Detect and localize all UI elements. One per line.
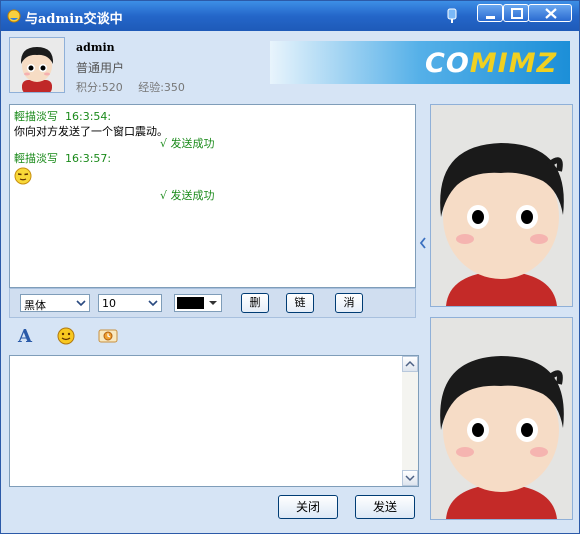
contact-stats: 积分:520 经验:350 xyxy=(76,79,197,95)
message-sender: 輕描淡写 xyxy=(14,110,58,123)
contact-name: admin xyxy=(76,41,115,54)
self-photo xyxy=(430,317,573,520)
window-title: 与admin交谈中 xyxy=(25,12,123,27)
chevron-up-icon xyxy=(405,360,415,367)
message-sender: 輕描淡写 xyxy=(14,152,58,165)
ad-banner[interactable]: COMIMZ xyxy=(270,41,570,84)
logo-prefix: CO xyxy=(425,48,470,79)
experience-label: 经验:350 xyxy=(138,81,185,94)
minimize-icon xyxy=(486,16,495,19)
font-size-select[interactable]: 10 xyxy=(98,294,162,312)
maximize-icon xyxy=(511,8,523,19)
svg-text:A: A xyxy=(17,326,33,346)
close-window-button[interactable] xyxy=(528,4,572,22)
message-header: 輕描淡写 16:3:57: xyxy=(14,150,111,166)
send-button[interactable]: 发送 xyxy=(355,495,415,519)
font-size-value: 10 xyxy=(102,297,116,310)
font-family-value: 黑体 xyxy=(24,299,46,312)
font-family-select[interactable]: 黑体 xyxy=(20,294,90,312)
chat-log[interactable]: 輕描淡写 16:3:54: 你向对方发送了一个窗口震动。 √ 发送成功 輕描淡写… xyxy=(9,104,416,288)
format-toolbar: 黑体 10 删 链 消 xyxy=(9,288,416,318)
contact-role: 普通用户 xyxy=(76,61,125,75)
title-bar[interactable]: 与admin交谈中 xyxy=(1,1,579,31)
contact-avatar[interactable] xyxy=(9,37,65,93)
logo-highlight: MIMZ xyxy=(469,48,558,79)
message-text: 你向对方发送了一个窗口震动。 xyxy=(14,125,168,138)
message-status: √ 发送成功 xyxy=(160,189,215,202)
message-input-box xyxy=(9,355,419,487)
maximize-button[interactable] xyxy=(503,4,529,22)
chat-window: 与admin交谈中 admin 普通用户 积分:520 经验:350 COMIM… xyxy=(0,0,580,534)
message-header: 輕描淡写 16:3:54: xyxy=(14,108,111,124)
shake-window-icon[interactable] xyxy=(97,324,119,346)
scroll-down-button[interactable] xyxy=(402,470,418,486)
cancel-button[interactable]: 消 xyxy=(335,293,363,313)
font-icon[interactable]: A xyxy=(15,324,37,347)
close-button[interactable]: 关闭 xyxy=(278,495,338,519)
chevron-down-icon xyxy=(209,301,217,305)
link-button[interactable]: 链 xyxy=(286,293,314,313)
message-time: 16:3:54: xyxy=(65,110,112,123)
minimize-button[interactable] xyxy=(477,4,503,22)
points-label: 积分:520 xyxy=(76,81,123,94)
pin-icon[interactable] xyxy=(445,8,459,24)
banner-logo: COMIMZ xyxy=(425,48,557,79)
cartoon-boy-photo-icon xyxy=(431,105,572,306)
message-input[interactable] xyxy=(10,356,401,486)
app-logo-icon xyxy=(7,9,21,23)
close-icon xyxy=(545,8,557,19)
font-color-picker[interactable] xyxy=(174,294,222,312)
smug-face-emoji-icon xyxy=(14,167,32,185)
collapse-panel-icon[interactable] xyxy=(419,236,427,250)
input-scrollbar[interactable] xyxy=(402,356,418,486)
chevron-down-icon xyxy=(405,475,415,482)
chevron-down-icon xyxy=(148,300,158,307)
cartoon-boy-avatar-icon xyxy=(10,38,64,92)
message-time: 16:3:57: xyxy=(65,152,112,165)
color-swatch xyxy=(177,297,204,309)
contact-photo xyxy=(430,104,573,307)
scroll-up-button[interactable] xyxy=(402,356,418,372)
chevron-down-icon xyxy=(76,300,86,307)
cartoon-boy-photo-icon xyxy=(431,318,572,519)
emoticon-icon[interactable] xyxy=(55,324,77,346)
message-status: √ 发送成功 xyxy=(160,137,215,150)
delete-button[interactable]: 删 xyxy=(241,293,269,313)
